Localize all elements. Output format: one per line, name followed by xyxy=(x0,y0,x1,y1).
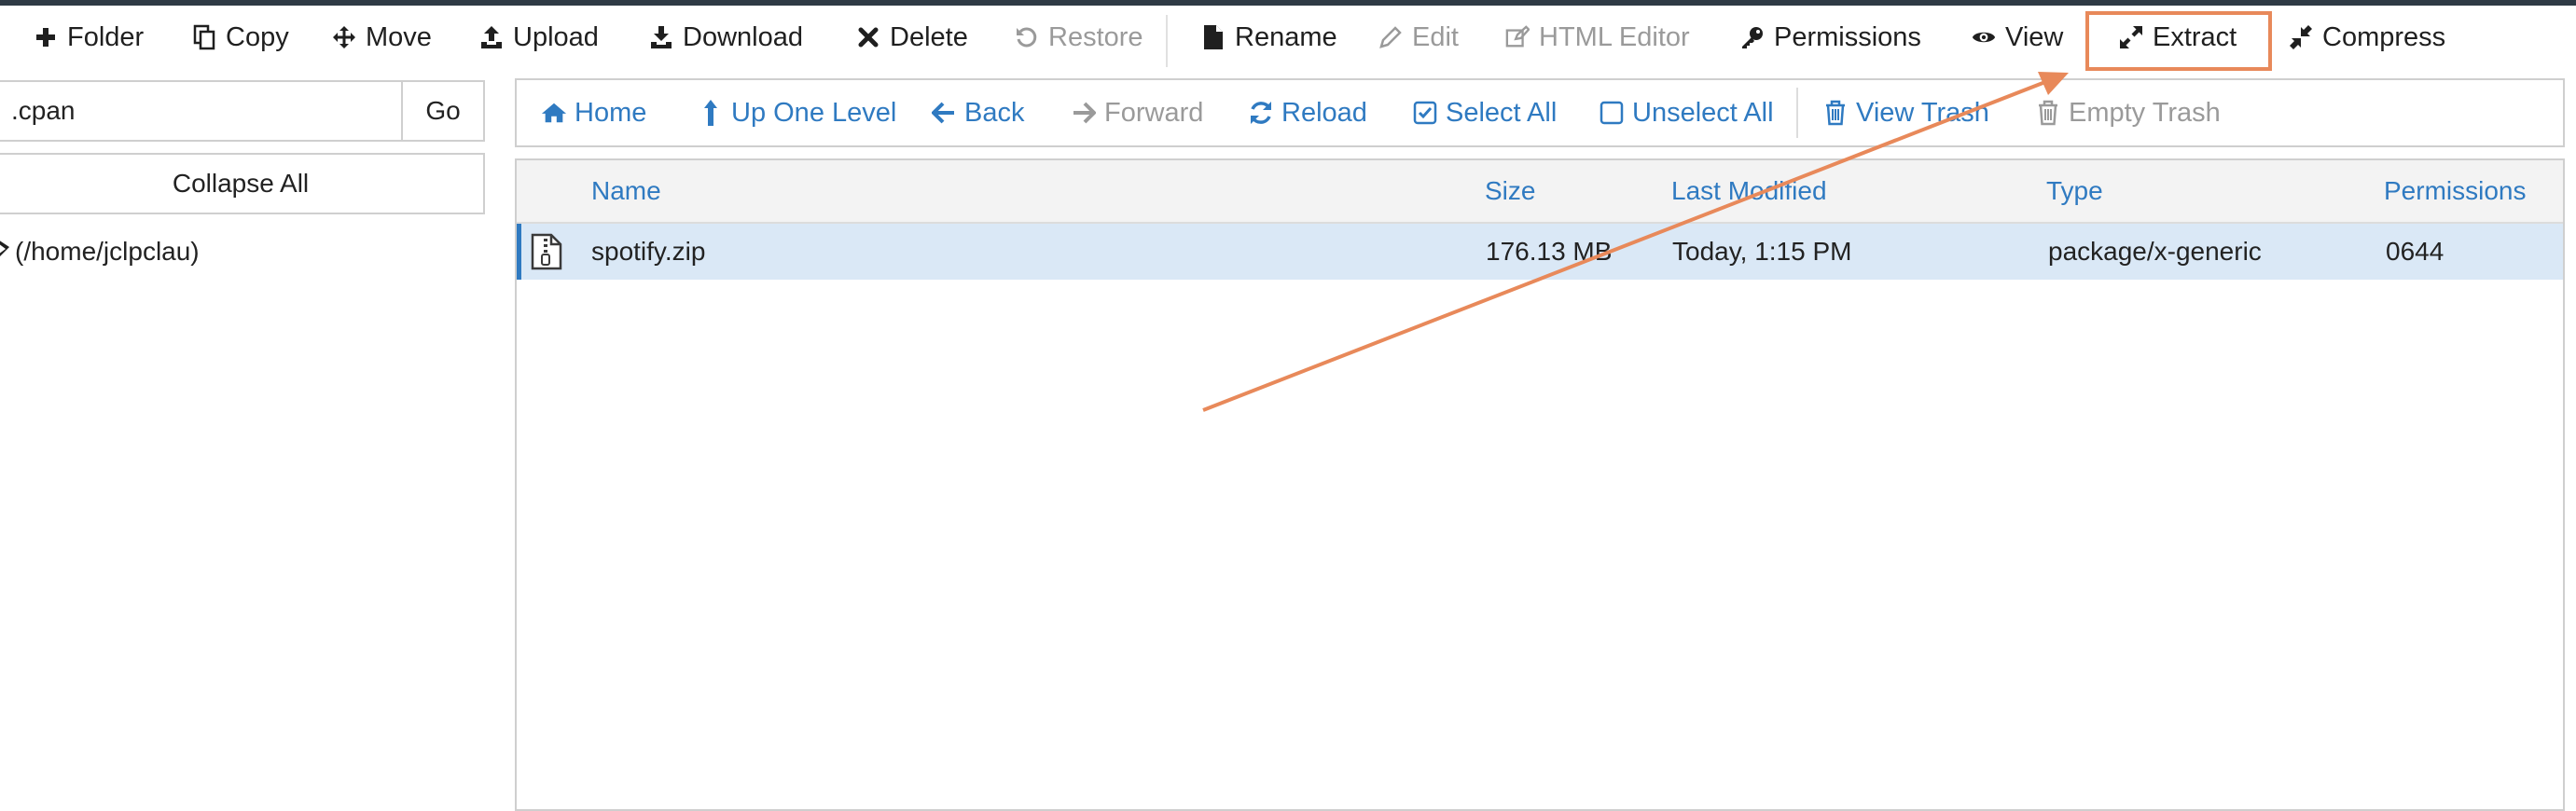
file-last-modified: Today, 1:15 PM xyxy=(1672,237,1852,266)
extract-highlight-box xyxy=(2085,11,2272,71)
view-trash-label: View Trash xyxy=(1856,97,1989,128)
permissions-button[interactable]: Permissions xyxy=(1740,11,1921,63)
select-all-button[interactable]: Select All xyxy=(1412,80,1557,145)
forward-label: Forward xyxy=(1104,97,1204,128)
view-button[interactable]: View xyxy=(1972,11,2063,63)
restore-label: Restore xyxy=(1048,21,1143,52)
edit-button[interactable]: Edit xyxy=(1378,11,1459,63)
checkbox-checked-icon xyxy=(1412,99,1438,127)
edit-label: Edit xyxy=(1412,21,1459,52)
permissions-label: Permissions xyxy=(1774,21,1921,52)
delete-button[interactable]: Delete xyxy=(856,11,968,63)
file-size: 176.13 MB xyxy=(1486,237,1613,266)
home-label: Home xyxy=(575,97,647,128)
compress-button[interactable]: Compress xyxy=(2289,11,2445,63)
select-all-label: Select All xyxy=(1446,97,1558,128)
checkbox-empty-icon xyxy=(1599,99,1625,127)
copy-icon xyxy=(192,23,216,51)
trash-icon xyxy=(1822,99,1849,127)
pencil-icon xyxy=(1378,23,1403,51)
arrow-up-icon xyxy=(698,99,724,127)
file-type: package/x-generic xyxy=(2048,237,2262,266)
restore-button[interactable]: Restore xyxy=(1015,11,1143,63)
new-folder-button[interactable]: Folder xyxy=(34,11,144,63)
upload-icon xyxy=(479,23,504,51)
new-folder-label: Folder xyxy=(67,21,145,52)
html-editor-label: HTML Editor xyxy=(1539,21,1690,52)
home-button[interactable]: Home xyxy=(541,80,646,145)
move-button[interactable]: Move xyxy=(332,11,432,63)
download-button[interactable]: Download xyxy=(649,11,803,63)
column-header-name[interactable]: Name xyxy=(591,160,661,222)
reload-button[interactable]: Reload xyxy=(1248,80,1367,145)
tree-root-item[interactable]: (/home/jclpclau) xyxy=(0,237,200,267)
copy-label: Copy xyxy=(226,21,289,52)
delete-label: Delete xyxy=(890,21,968,52)
download-icon xyxy=(649,23,673,51)
rename-label: Rename xyxy=(1235,21,1337,52)
up-one-level-label: Up One Level xyxy=(731,97,897,128)
column-header-permissions[interactable]: Permissions xyxy=(2384,160,2526,222)
rename-button[interactable]: Rename xyxy=(1201,11,1337,63)
table-row[interactable]: spotify.zip 176.13 MB Today, 1:15 PM pac… xyxy=(517,224,2563,280)
home-icon xyxy=(0,237,9,267)
edit-square-icon xyxy=(1505,23,1530,51)
file-name: spotify.zip xyxy=(591,237,706,266)
tree-root-label: (/home/jclpclau) xyxy=(15,237,200,266)
back-button[interactable]: Back xyxy=(931,80,1024,145)
collapse-all-button[interactable]: Collapse All xyxy=(0,153,485,214)
move-arrows-icon xyxy=(332,23,356,51)
plus-icon xyxy=(34,23,58,51)
arrow-left-icon xyxy=(931,99,957,127)
navigation-bar: Home Up One Level Back Forward Reload Se… xyxy=(515,78,2565,147)
path-search: Go xyxy=(0,80,485,142)
undo-icon xyxy=(1015,23,1039,51)
refresh-icon xyxy=(1248,99,1274,127)
column-header-type[interactable]: Type xyxy=(2046,160,2103,222)
close-icon xyxy=(856,23,880,51)
file-icon xyxy=(1201,23,1226,51)
empty-trash-label: Empty Trash xyxy=(2069,97,2221,128)
column-header-size[interactable]: Size xyxy=(1485,160,1535,222)
up-one-level-button[interactable]: Up One Level xyxy=(698,80,896,145)
upload-button[interactable]: Upload xyxy=(479,11,599,63)
home-icon xyxy=(541,99,567,127)
move-label: Move xyxy=(366,21,432,52)
arrow-right-icon xyxy=(1071,99,1097,127)
upload-label: Upload xyxy=(513,21,599,52)
reload-label: Reload xyxy=(1281,97,1367,128)
go-button[interactable]: Go xyxy=(401,82,483,140)
empty-trash-button[interactable]: Empty Trash xyxy=(2035,80,2221,145)
zip-file-icon xyxy=(531,233,562,270)
file-table: Name Size Last Modified Type Permissions… xyxy=(515,158,2565,811)
column-header-last-modified[interactable]: Last Modified xyxy=(1671,160,1827,222)
trash-icon xyxy=(2035,99,2061,127)
unselect-all-label: Unselect All xyxy=(1632,97,1774,128)
compress-icon xyxy=(2289,23,2313,51)
back-label: Back xyxy=(964,97,1025,128)
forward-button[interactable]: Forward xyxy=(1071,80,1203,145)
file-permissions: 0644 xyxy=(2386,237,2444,266)
unselect-all-button[interactable]: Unselect All xyxy=(1599,80,1774,145)
nav-divider xyxy=(1796,88,1798,138)
view-label: View xyxy=(2005,21,2064,52)
compress-label: Compress xyxy=(2322,21,2446,52)
download-label: Download xyxy=(683,21,803,52)
copy-button[interactable]: Copy xyxy=(192,11,289,63)
toolbar-divider xyxy=(1166,15,1168,67)
path-input[interactable] xyxy=(0,82,401,140)
view-trash-button[interactable]: View Trash xyxy=(1822,80,1989,145)
key-icon xyxy=(1740,23,1765,51)
table-header: Name Size Last Modified Type Permissions xyxy=(517,160,2563,224)
html-editor-button[interactable]: HTML Editor xyxy=(1505,11,1690,63)
eye-icon xyxy=(1972,23,1996,51)
